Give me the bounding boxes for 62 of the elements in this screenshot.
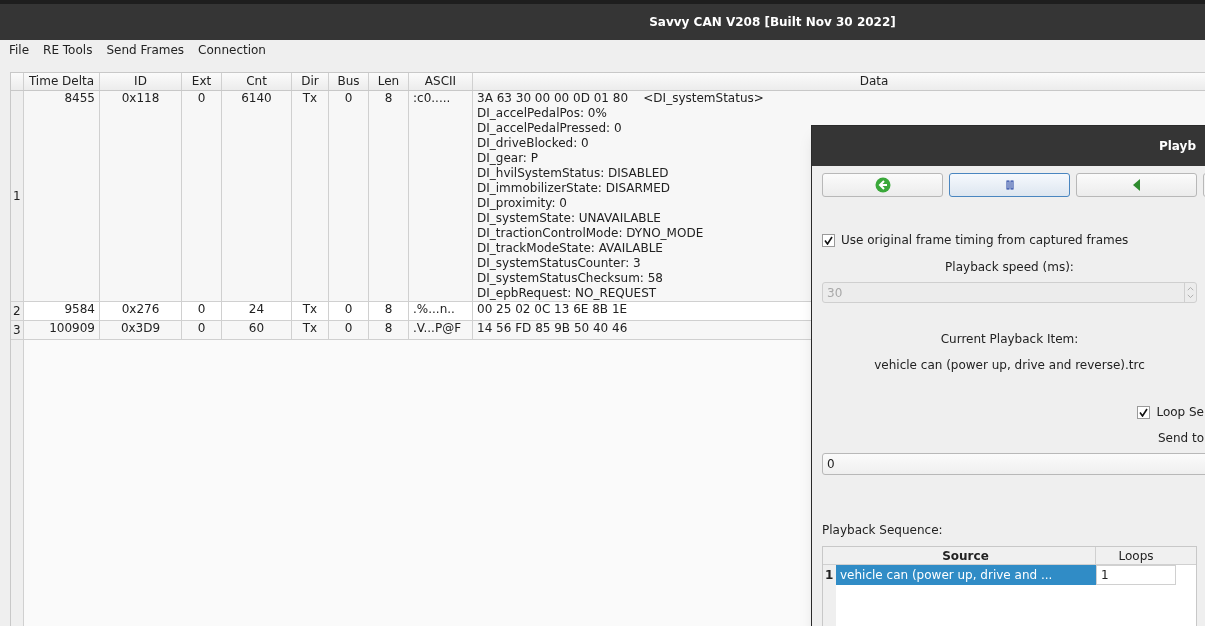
menu-item[interactable]: File [4,41,35,59]
column-header[interactable]: Len [369,73,409,90]
table-cell: 0x276 [100,302,182,320]
row-number: 3 [11,321,24,339]
column-header[interactable]: Time Delta [24,73,100,90]
table-cell: 0 [329,321,369,339]
dialog-title: Playb [1158,138,1196,155]
row-number: 2 [11,302,24,320]
column-header[interactable]: Dir [292,73,329,90]
send-to-field[interactable]: 0 [822,453,1205,475]
column-header[interactable]: Bus [329,73,369,90]
column-header[interactable]: Data [473,73,1205,90]
table-cell: 0 [329,91,369,301]
checkbox-label: Loop Se [1156,404,1204,421]
table-cell: 0x3D9 [100,321,182,339]
step-back-button[interactable] [1076,173,1197,197]
column-header[interactable]: ASCII [409,73,473,90]
pause-icon [1005,180,1014,190]
table-cell: 0 [329,302,369,320]
table-cell: 60 [222,321,292,339]
checkbox-label: Use original frame timing from captured frames [841,232,1129,249]
menu-item[interactable]: Send Frames [101,41,190,59]
row-number: 1 [823,565,836,585]
table-cell: 6140 [222,91,292,301]
table-cell: 9584 [24,302,100,320]
table-cell: Tx [292,91,329,301]
table-cell: 0 [182,321,222,339]
table-cell: Tx [292,321,329,339]
column-header[interactable]: Ext [182,73,222,90]
current-item-name: vehicle can (power up, drive and reverse).trc [874,357,1145,374]
table-cell: 8455 [24,91,100,301]
sequence-source-cell[interactable]: vehicle can (power up, drive and ... [836,565,1096,585]
table-cell: 8 [369,321,409,339]
back-button[interactable] [822,173,943,197]
sequence-label: Playback Sequence: [822,523,943,537]
table-cell: :c0..... [409,91,473,301]
table-cell: 8 [369,91,409,301]
checkbox[interactable] [1137,405,1151,419]
table-cell: 0 [182,91,222,301]
table-cell: 0 [182,302,222,320]
table-cell: 24 [222,302,292,320]
window-title: Savvy CAN V208 [Built Nov 30 2022] [649,14,896,31]
column-header[interactable]: Source [836,547,1096,564]
table-cell: 8 [369,302,409,320]
table-cell: 0x118 [100,91,182,301]
table-cell: 100909 [24,321,100,339]
checkbox[interactable] [822,233,835,247]
table-cell: .%...n.. [409,302,473,320]
speed-label: Playback speed (ms): [945,260,1074,274]
table-cell: 1 [1096,565,1176,585]
left-triangle-icon [1133,179,1140,191]
table-cell: Tx [292,302,329,320]
menu-item[interactable]: Connection [193,41,271,59]
menu-item[interactable]: RE Tools [38,41,98,59]
column-header[interactable]: Loops [1096,547,1176,564]
current-item-label: Current Playback Item: [940,331,1079,348]
send-to-label: Send to [1157,430,1204,447]
table-cell: .V...P@F [409,321,473,339]
row-number: 1 [11,91,24,301]
column-header[interactable]: Cnt [222,73,292,90]
column-header[interactable]: ID [100,73,182,90]
pause-button[interactable] [949,173,1070,197]
